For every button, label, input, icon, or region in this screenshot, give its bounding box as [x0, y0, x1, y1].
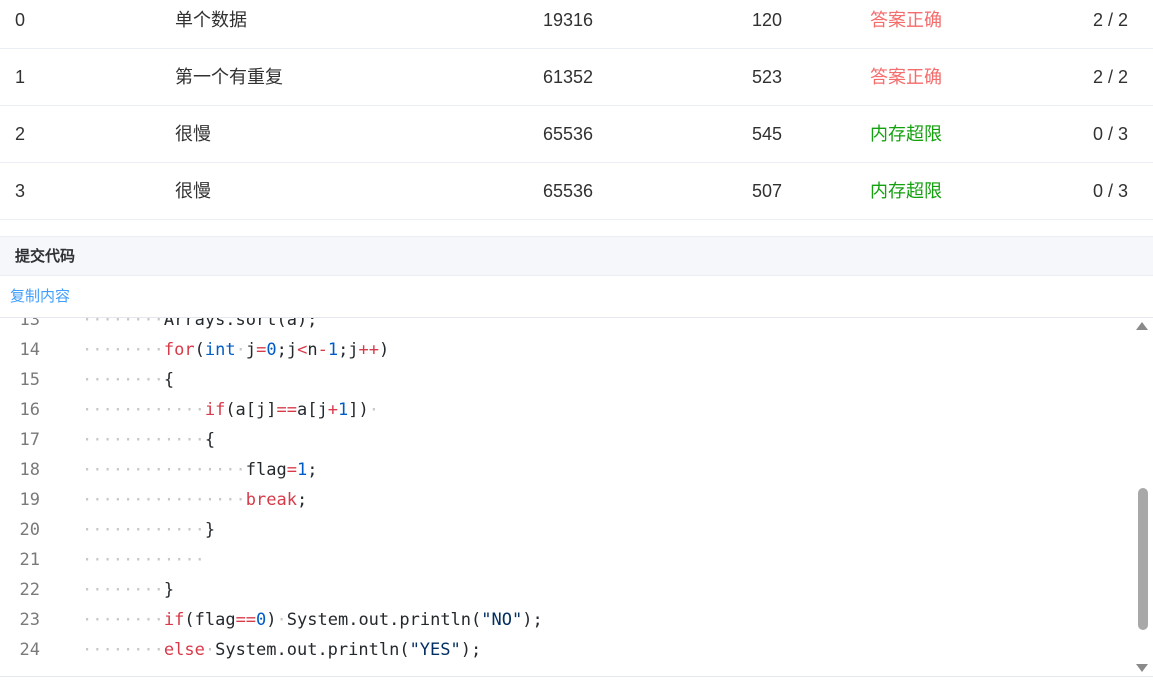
code-text: ················flag=1; — [82, 460, 318, 480]
code-line: 13 ········Arrays.sort(a); — [0, 317, 1130, 335]
code-text: ················break; — [82, 490, 308, 510]
code-text: ············} — [82, 520, 216, 540]
code-line: 23 ········if(flag==0)·System.out.println… — [0, 605, 1130, 635]
line-number: 24 — [19, 640, 40, 660]
time-usage: 120 — [752, 10, 783, 30]
test-case-id: 1 — [15, 67, 26, 87]
code-panel-header: 提交代码 — [0, 236, 1153, 276]
code-text: ········if(flag==0)·System.out.println("… — [82, 610, 543, 630]
code-text: ········Arrays.sort(a); — [82, 317, 318, 330]
code-text: ············ — [82, 550, 205, 570]
code-line: 19 ················break; — [0, 485, 1130, 515]
memory-usage: 19316 — [543, 10, 594, 30]
code-line: 15 ········{ — [0, 365, 1130, 395]
code-text: ············if(a[j]==a[j+1])· — [82, 400, 379, 420]
line-number: 15 — [19, 370, 40, 390]
table-row: 2 很慢 65536 545 内存超限 0 / 3 — [0, 106, 1153, 163]
line-number: 23 — [19, 610, 40, 630]
code-line: 17 ············{ — [0, 425, 1130, 455]
test-results-table: 0 单个数据 19316 120 答案正确 2 / 2 1 第一个有重复 61352 523 答案正… — [0, 0, 1153, 220]
code-line: 14 ········for(int·j=0;j<n-1;j++) — [0, 335, 1130, 365]
time-usage: 507 — [752, 181, 783, 201]
line-number: 18 — [19, 460, 40, 480]
memory-usage: 65536 — [543, 181, 594, 201]
memory-usage: 65536 — [543, 124, 594, 144]
scroll-down-arrow-icon[interactable] — [1136, 664, 1148, 672]
line-number: 21 — [19, 550, 40, 570]
line-number: 13 — [19, 317, 40, 330]
line-number: 22 — [19, 580, 40, 600]
line-number: 16 — [19, 400, 40, 420]
test-case-name: 第一个有重复 — [175, 67, 283, 87]
code-text: ········{ — [82, 370, 175, 390]
score-text: 2 / 2 — [1092, 67, 1128, 87]
test-case-id: 2 — [15, 124, 26, 144]
score-text: 2 / 2 — [1092, 10, 1128, 30]
code-lines: 13 ········Arrays.sort(a); 14 ········for(i… — [0, 317, 1130, 665]
test-case-name: 很慢 — [175, 181, 211, 201]
code-text: ············{ — [82, 430, 216, 450]
code-viewer[interactable]: 13 ········Arrays.sort(a); 14 ········for(i… — [0, 317, 1153, 677]
code-line: 22 ········} — [0, 575, 1130, 605]
status-text: 答案正确 — [870, 10, 942, 30]
code-text: ········} — [82, 580, 175, 600]
code-line: 18 ················flag=1; — [0, 455, 1130, 485]
scroll-up-arrow-icon[interactable] — [1136, 322, 1148, 330]
test-case-name: 很慢 — [175, 124, 211, 144]
score-text: 0 / 3 — [1092, 124, 1128, 144]
code-panel-title: 提交代码 — [15, 248, 76, 265]
table-row: 0 单个数据 19316 120 答案正确 2 / 2 — [0, 0, 1153, 49]
time-usage: 523 — [752, 67, 783, 87]
line-number: 20 — [19, 520, 40, 540]
code-text: ········else·System.out.println("YES"); — [82, 640, 482, 660]
status-text: 内存超限 — [870, 124, 942, 144]
code-line: 21 ············ — [0, 545, 1130, 575]
test-case-id: 0 — [15, 10, 26, 30]
copy-code-link[interactable]: 复制内容 — [10, 277, 70, 317]
test-case-name: 单个数据 — [175, 10, 247, 30]
line-number: 14 — [19, 340, 40, 360]
status-text: 答案正确 — [870, 67, 942, 87]
code-line: 16 ············if(a[j]==a[j+1])· — [0, 395, 1130, 425]
line-number: 19 — [19, 490, 40, 510]
code-line: 24 ········else·System.out.println("YES")… — [0, 635, 1130, 665]
code-text: ········for(int·j=0;j<n-1;j++) — [82, 340, 390, 360]
code-line: 20 ············} — [0, 515, 1130, 545]
table-row: 3 很慢 65536 507 内存超限 0 / 3 — [0, 163, 1153, 219]
time-usage: 545 — [752, 124, 783, 144]
line-number: 17 — [19, 430, 40, 450]
status-text: 内存超限 — [870, 181, 942, 201]
scrollbar-thumb[interactable] — [1138, 488, 1148, 630]
test-case-id: 3 — [15, 181, 26, 201]
score-text: 0 / 3 — [1092, 181, 1128, 201]
table-row: 1 第一个有重复 61352 523 答案正确 2 / 2 — [0, 49, 1153, 106]
memory-usage: 61352 — [543, 67, 594, 87]
